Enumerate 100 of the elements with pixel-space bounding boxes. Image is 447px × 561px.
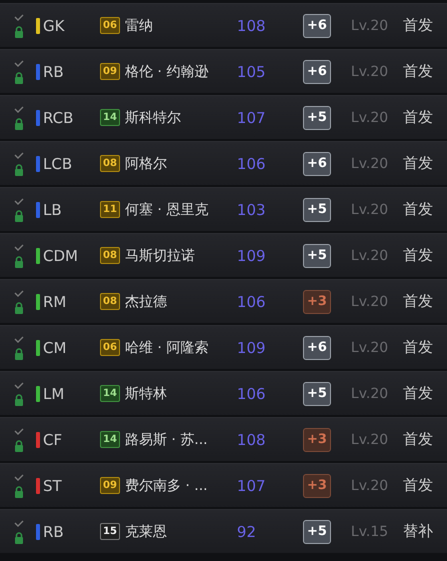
player-name: 哈维 · 阿隆索: [124, 338, 210, 356]
shirt-number: 14: [100, 431, 120, 448]
boost-badge: +3: [302, 474, 331, 498]
shirt-number: 09: [100, 63, 120, 80]
shirt-number: 14: [100, 109, 120, 126]
player-name: 费尔南多 · ...: [124, 476, 209, 494]
shirt-number: 09: [100, 477, 120, 494]
player-name: 马斯切拉诺: [124, 246, 196, 264]
player-level: Lv.20: [350, 64, 390, 80]
shirt-number: 06: [100, 17, 120, 34]
player-row[interactable]: CDM 08 马斯切拉诺 109 +5 Lv.20 首发: [0, 233, 447, 277]
player-rating: 108: [236, 16, 267, 34]
boost-badge: +6: [302, 336, 331, 360]
player-row[interactable]: LM 14 斯特林 106 +5 Lv.20 首发: [0, 371, 447, 415]
player-row[interactable]: RB 09 格伦 · 约翰逊 105 +6 Lv.20 首发: [0, 49, 447, 93]
shirt-number: 11: [100, 201, 120, 218]
lock-icon: [14, 302, 24, 314]
boost-badge: +5: [302, 198, 331, 222]
player-name: 斯科特尔: [124, 108, 182, 126]
position-label: RM: [42, 292, 68, 310]
boost-badge: +3: [302, 290, 331, 314]
position-label: GK: [42, 16, 66, 34]
player-name: 克莱恩: [124, 522, 168, 540]
player-rating: 105: [236, 62, 267, 80]
boost-badge: +6: [302, 152, 331, 176]
player-status: 首发: [402, 108, 433, 127]
player-row[interactable]: RM 08 杰拉德 106 +3 Lv.20 首发: [0, 279, 447, 323]
player-level: Lv.20: [350, 110, 390, 126]
player-status: 首发: [402, 62, 433, 81]
check-icon: [14, 198, 24, 204]
boost-badge: +5: [302, 520, 331, 544]
position-label: CF: [42, 430, 64, 448]
player-status: 首发: [402, 246, 433, 265]
position-label: ST: [42, 476, 63, 494]
player-level: Lv.20: [350, 294, 390, 310]
player-row[interactable]: RB 15 克莱恩 92 +5 Lv.15 替补: [0, 509, 447, 553]
player-level: Lv.20: [350, 202, 390, 218]
player-status: 首发: [402, 476, 433, 495]
player-status: 首发: [402, 200, 433, 219]
shirt-number: 08: [100, 155, 120, 172]
shirt-number: 08: [100, 293, 120, 310]
shirt-number: 15: [100, 523, 120, 540]
lock-icon: [14, 26, 24, 38]
player-rating: 106: [236, 154, 267, 172]
player-name: 杰拉德: [124, 292, 168, 310]
lock-icon: [14, 486, 24, 498]
lock-icon: [14, 440, 24, 452]
player-rating: 107: [236, 108, 267, 126]
player-name: 格伦 · 约翰逊: [124, 62, 210, 80]
player-status: 首发: [402, 292, 433, 311]
lock-icon: [14, 256, 24, 268]
player-rating: 108: [236, 430, 267, 448]
boost-badge: +3: [302, 428, 331, 452]
check-icon: [14, 382, 24, 388]
check-icon: [14, 336, 24, 342]
player-row[interactable]: GK 06 雷纳 108 +6 Lv.20 首发: [0, 3, 447, 47]
player-rating: 107: [236, 476, 267, 494]
boost-badge: +6: [302, 60, 331, 84]
position-label: LCB: [42, 154, 74, 172]
player-row[interactable]: CF 14 路易斯 · 苏... 108 +3 Lv.20 首发: [0, 417, 447, 461]
player-rating: 103: [236, 200, 267, 218]
check-icon: [14, 14, 24, 20]
player-rating: 92: [236, 522, 258, 540]
check-icon: [14, 152, 24, 158]
boost-badge: +5: [302, 106, 331, 130]
player-status: 首发: [402, 384, 433, 403]
player-name: 斯特林: [124, 384, 168, 402]
lock-icon: [14, 118, 24, 130]
player-row[interactable]: CM 06 哈维 · 阿隆索 109 +6 Lv.20 首发: [0, 325, 447, 369]
shirt-number: 14: [100, 385, 120, 402]
player-rating: 109: [236, 246, 267, 264]
check-icon: [14, 60, 24, 66]
player-status: 替补: [402, 522, 433, 541]
lock-icon: [14, 532, 24, 544]
player-row[interactable]: LCB 08 阿格尔 106 +6 Lv.20 首发: [0, 141, 447, 185]
player-level: Lv.20: [350, 18, 390, 34]
player-status: 首发: [402, 16, 433, 35]
player-level: Lv.20: [350, 478, 390, 494]
player-row[interactable]: RCB 14 斯科特尔 107 +5 Lv.20 首发: [0, 95, 447, 139]
player-name: 何塞 · 恩里克: [124, 200, 210, 218]
position-label: RB: [42, 522, 65, 540]
check-icon: [14, 428, 24, 434]
player-rating: 106: [236, 384, 267, 402]
check-icon: [14, 520, 24, 526]
position-label: LM: [42, 384, 66, 402]
shirt-number: 08: [100, 247, 120, 264]
check-icon: [14, 290, 24, 296]
position-label: RCB: [42, 108, 74, 126]
player-level: Lv.20: [350, 432, 390, 448]
boost-badge: +5: [302, 244, 331, 268]
boost-badge: +6: [302, 14, 331, 38]
boost-badge: +5: [302, 382, 331, 406]
shirt-number: 06: [100, 339, 120, 356]
player-level: Lv.20: [350, 340, 390, 356]
player-row[interactable]: ST 09 费尔南多 · ... 107 +3 Lv.20 首发: [0, 463, 447, 507]
player-status: 首发: [402, 430, 433, 449]
player-row[interactable]: LB 11 何塞 · 恩里克 103 +5 Lv.20 首发: [0, 187, 447, 231]
player-level: Lv.20: [350, 156, 390, 172]
player-status: 首发: [402, 338, 433, 357]
position-label: LB: [42, 200, 63, 218]
